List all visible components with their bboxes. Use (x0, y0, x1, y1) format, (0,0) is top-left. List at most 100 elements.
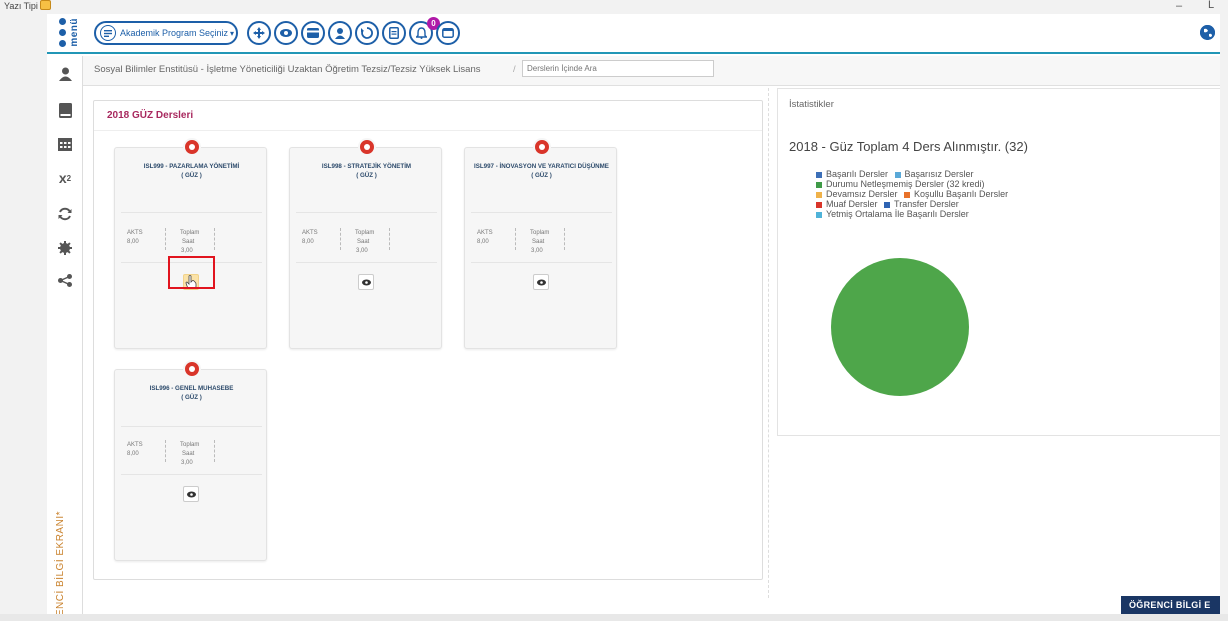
total-value: 3,00 (356, 248, 368, 254)
legend-label[interactable]: Başarılı Dersler (826, 169, 888, 179)
course-card: ISL996 - GENEL MUHASEBE ( GÜZ ) AKTS 8,0… (114, 360, 267, 561)
akts-label: AKTS (127, 230, 143, 236)
history-button[interactable] (355, 21, 379, 45)
legend-swatch (816, 181, 822, 188)
divider (165, 440, 166, 462)
course-title[interactable]: ISL997 - İNOVASYON VE YARATICI DÜŞÜNME (… (471, 162, 612, 180)
divider (296, 212, 437, 213)
divider (471, 212, 612, 213)
course-card: ISL998 - STRATEJİK YÖNETİM ( GÜZ ) AKTS … (289, 138, 442, 349)
app-icon (40, 0, 51, 10)
divider (121, 474, 262, 475)
course-status-icon (183, 138, 201, 156)
menu-dot-icon (59, 29, 66, 36)
minimize-button[interactable]: – (1176, 0, 1182, 12)
total-sub-label: Saat (182, 451, 195, 457)
course-title[interactable]: ISL999 - PAZARLAMA YÖNETİMİ ( GÜZ ) (121, 162, 262, 180)
view-course-button[interactable] (533, 274, 549, 290)
divider (121, 426, 262, 427)
legend-row: Yetmiş Ortalama İle Başarılı Dersler (816, 209, 1008, 219)
menu-button[interactable]: menü (57, 16, 83, 50)
divider (471, 262, 612, 263)
program-select[interactable]: Akademik Program Seçiniz ▾ (94, 21, 238, 45)
legend-label[interactable]: Muaf Dersler (826, 199, 878, 209)
legend-row: Durumu Netleşmemiş Dersler (32 kredi) (816, 179, 1008, 189)
bell-icon (415, 27, 427, 39)
legend-row: Devamsız Dersler Koşullu Başarılı Dersle… (816, 189, 1008, 199)
superscript-icon[interactable]: x2 (57, 170, 73, 186)
credit-card-icon (307, 28, 319, 38)
breadcrumb-separator: / (513, 64, 516, 75)
eye-icon (361, 279, 371, 285)
list-icon (100, 25, 116, 41)
pie-chart (831, 258, 969, 396)
menu-dot-icon (59, 40, 66, 47)
view-button[interactable] (274, 21, 298, 45)
course-status-icon (183, 360, 201, 378)
legend-label[interactable]: Başarısız Dersler (905, 169, 974, 179)
refresh-icon[interactable] (57, 206, 73, 222)
divider (165, 228, 166, 250)
user-button[interactable] (328, 21, 352, 45)
view-course-button[interactable] (358, 274, 374, 290)
bottom-strip (0, 614, 1228, 621)
highlight-box (168, 256, 215, 289)
course-title[interactable]: ISL996 - GENEL MUHASEBE ( GÜZ ) (121, 384, 262, 402)
akts-label: AKTS (302, 230, 318, 236)
view-course-button[interactable] (183, 486, 199, 502)
course-title[interactable]: ISL998 - STRATEJİK YÖNETİM ( GÜZ ) (296, 162, 437, 180)
divider (296, 262, 437, 263)
total-sub-label: Saat (182, 239, 195, 245)
total-value: 3,00 (181, 248, 193, 254)
window-button[interactable] (436, 21, 460, 45)
breadcrumb: Sosyal Bilimler Enstitüsü - İşletme Yöne… (83, 56, 1220, 86)
divider (515, 228, 516, 250)
divider (214, 228, 215, 250)
eye-icon (186, 491, 196, 497)
legend-swatch (816, 211, 822, 218)
legend-swatch (816, 201, 822, 208)
move-button[interactable] (247, 21, 271, 45)
legend-row: Muaf Dersler Transfer Dersler (816, 199, 1008, 209)
total-label: Toplam (355, 230, 375, 236)
card-button[interactable] (301, 21, 325, 45)
user-icon[interactable] (57, 66, 73, 82)
course-card: ISL997 - İNOVASYON VE YARATICI DÜŞÜNME (… (464, 138, 617, 349)
move-icon (253, 27, 265, 39)
share-icon[interactable] (57, 272, 73, 288)
legend-label[interactable]: Transfer Dersler (894, 199, 959, 209)
legend-label[interactable]: Yetmiş Ortalama İle Başarılı Dersler (826, 209, 969, 219)
course-status-icon (533, 138, 551, 156)
menu-label: menü (69, 18, 80, 47)
akts-value: 8,00 (302, 239, 314, 245)
book-icon[interactable] (57, 102, 73, 118)
total-sub-label: Saat (532, 239, 545, 245)
legend-label[interactable]: Koşullu Başarılı Dersler (914, 189, 1008, 199)
legend-swatch (884, 201, 891, 208)
sidebar: x2 ÖĞRENCİ BİLGİ EKRANI* (47, 56, 83, 614)
history-icon (361, 27, 373, 39)
legend-label[interactable]: Durumu Netleşmemiş Dersler (32 kredi) (826, 179, 985, 189)
divider (121, 212, 262, 213)
app-window: menü Akademik Program Seçiniz ▾ 0 x 2 ÖĞ… (47, 14, 1220, 614)
breadcrumb-path[interactable]: Sosyal Bilimler Enstitüsü - İşletme Yöne… (94, 64, 480, 75)
divider (214, 440, 215, 462)
student-info-banner: ÖĞRENCİ BİLGİ E (1121, 596, 1220, 614)
pie-slice[interactable] (831, 258, 969, 396)
course-search-input[interactable] (522, 60, 714, 77)
globe-icon[interactable] (1200, 25, 1215, 40)
courses-panel-header: 2018 GÜZ Dersleri (94, 101, 762, 131)
maximize-button[interactable]: L (1208, 0, 1214, 11)
gear-icon[interactable] (57, 240, 73, 256)
legend-swatch (894, 171, 901, 178)
legend-label[interactable]: Devamsız Dersler (826, 189, 898, 199)
document-button[interactable] (382, 21, 406, 45)
divider (768, 88, 769, 598)
akts-value: 8,00 (127, 239, 139, 245)
total-label: Toplam (180, 230, 200, 236)
calendar-icon[interactable] (57, 136, 73, 152)
legend-swatch (816, 191, 822, 198)
document-icon (389, 27, 399, 39)
eye-icon (280, 29, 292, 37)
total-value: 3,00 (531, 248, 543, 254)
